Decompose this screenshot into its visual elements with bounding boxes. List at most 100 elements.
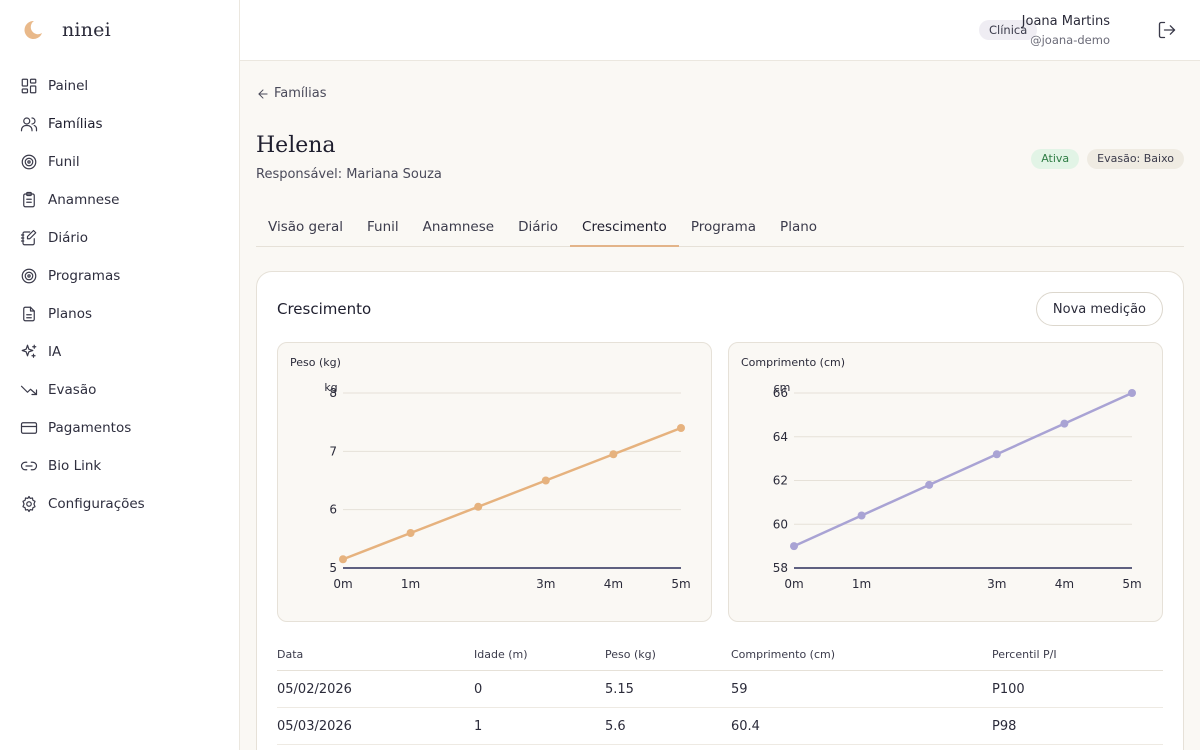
- table-cell: 1: [474, 718, 483, 734]
- back-link-label: Famílias: [274, 86, 327, 101]
- logout-button[interactable]: [1157, 20, 1177, 40]
- tab-crescimento[interactable]: Crescimento: [570, 208, 679, 247]
- y-tick-label: 7: [329, 444, 337, 458]
- credit-card-icon: [20, 422, 38, 434]
- gear-icon: [22, 495, 36, 513]
- weight-chart: Peso (kg) 5 6 7 8 kg 0m 1m 3m 4m 5m: [277, 342, 712, 622]
- dashboard-icon: [21, 78, 37, 94]
- x-tick-label: 5m: [1122, 577, 1141, 591]
- arrow-left-icon: [258, 88, 268, 99]
- tab-diario[interactable]: Diário: [506, 208, 570, 247]
- column-header: Idade (m): [474, 647, 528, 661]
- sidebar-item-label: Pagamentos: [48, 420, 132, 436]
- series-line: [342, 426, 682, 561]
- app-name: ninei: [62, 19, 111, 41]
- status-badge: Ativa: [1031, 149, 1080, 169]
- sidebar-item-label: IA: [48, 344, 62, 360]
- sidebar-item-label: Configurações: [48, 496, 145, 512]
- length-chart-svg: 5860626466cm0m 1m 3m 4m 5m: [773, 381, 1142, 591]
- sidebar-item-bio-link[interactable]: Bio Link: [0, 447, 239, 485]
- sidebar-item-configuracoes[interactable]: Configurações: [0, 485, 239, 523]
- table-cell: 5.15: [605, 681, 634, 697]
- column-header: Percentil P/I: [992, 647, 1057, 661]
- table-cell: 5.6: [605, 718, 626, 734]
- y-tick-label: 6: [329, 503, 337, 517]
- data-point: [790, 542, 798, 551]
- sidebar-item-painel[interactable]: Painel: [0, 67, 239, 105]
- table-cell: P100: [992, 681, 1025, 697]
- sidebar-item-funil[interactable]: Funil: [0, 143, 239, 181]
- table-cell: 05/02/2026: [277, 681, 352, 697]
- sidebar-item-label: Painel: [48, 78, 89, 94]
- notebook-icon: [20, 229, 37, 246]
- data-point: [474, 502, 483, 511]
- x-tick-label: 4m: [1055, 577, 1074, 591]
- churn-badge: Evasão: Baixo: [1087, 149, 1184, 169]
- y-axis-label: kg: [324, 381, 337, 394]
- page-title: Helena: [256, 133, 336, 158]
- length-chart: Comprimento (cm) 58 60 62 64 66 cm 0m 1m 3m 4m 5m: [728, 342, 1163, 622]
- user-handle: @joana-demo: [1030, 33, 1110, 47]
- tab-anamnese[interactable]: Anamnese: [411, 208, 506, 247]
- sidebar-item-label: Famílias: [48, 116, 103, 132]
- table-cell: 60.4: [731, 718, 760, 734]
- moon-logo-icon: [24, 20, 42, 39]
- sidebar-item-programas[interactable]: Programas: [0, 257, 239, 295]
- measurements-table: Data Idade (m) Peso (kg) Comprimento (cm…: [277, 638, 1163, 745]
- sidebar-item-ia[interactable]: IA: [0, 333, 239, 371]
- x-tick-label: 3m: [536, 577, 555, 591]
- x-tick-label: 4m: [604, 577, 623, 591]
- tab-programa[interactable]: Programa: [679, 208, 768, 247]
- column-header: Comprimento (cm): [731, 647, 836, 661]
- table-header: Data Idade (m) Peso (kg) Comprimento (cm…: [277, 638, 1163, 671]
- tab-visao-geral[interactable]: Visão geral: [256, 208, 355, 247]
- table-cell: 59: [731, 681, 748, 697]
- y-tick-label: 58: [773, 561, 788, 575]
- logout-icon: [1158, 21, 1176, 39]
- y-tick-label: 62: [773, 474, 788, 488]
- sidebar-item-evasao[interactable]: Evasão: [0, 371, 239, 409]
- y-tick-label: 5: [329, 561, 337, 575]
- logo[interactable]: ninei: [20, 18, 111, 42]
- back-link[interactable]: Famílias: [256, 86, 327, 101]
- sidebar-item-label: Diário: [48, 230, 88, 246]
- sidebar-item-diario[interactable]: Diário: [0, 219, 239, 257]
- data-point: [925, 480, 934, 489]
- tabs: Visão geral Funil Anamnese Diário Cresci…: [256, 208, 1184, 247]
- sidebar-item-familias[interactable]: Famílias: [0, 105, 239, 143]
- x-tick-label: 3m: [987, 577, 1006, 591]
- responsible-text: Responsável: Mariana Souza: [256, 167, 442, 182]
- card-title: Crescimento: [277, 300, 372, 318]
- table-row: 05/02/2026 0 5.15 59 P100: [277, 671, 1163, 708]
- data-point: [677, 424, 685, 432]
- sidebar-item-pagamentos[interactable]: Pagamentos: [0, 409, 239, 447]
- data-point: [339, 555, 347, 564]
- x-tick-label: 0m: [333, 577, 352, 591]
- table-cell: 05/03/2026: [277, 718, 352, 734]
- new-measurement-button[interactable]: Nova medição: [1035, 292, 1163, 326]
- clipboard-icon: [23, 191, 35, 208]
- sidebar-item-planos[interactable]: Planos: [0, 295, 239, 333]
- tab-funil[interactable]: Funil: [355, 208, 411, 247]
- sidebar-item-label: Funil: [48, 154, 80, 170]
- growth-card: Crescimento Nova medição Peso (kg) 5678k…: [256, 271, 1184, 750]
- data-point: [857, 511, 866, 520]
- sidebar-nav: Painel Famílias Funil Anamnese Diário Pr…: [0, 67, 239, 523]
- link-icon: [20, 461, 38, 471]
- document-icon: [23, 306, 35, 322]
- sparkles-icon: [21, 344, 37, 358]
- data-point: [992, 450, 1001, 459]
- user-name: Joana Martins: [1021, 14, 1110, 29]
- x-tick-label: 1m: [401, 577, 420, 591]
- x-tick-label: 5m: [671, 577, 690, 591]
- sidebar-item-anamnese[interactable]: Anamnese: [0, 181, 239, 219]
- data-point: [1060, 419, 1069, 428]
- data-point: [609, 450, 618, 459]
- table-row: 05/03/2026 1 5.6 60.4 P98: [277, 708, 1163, 745]
- sidebar-item-label: Evasão: [48, 382, 97, 398]
- users-icon: [20, 117, 38, 132]
- data-point: [1128, 389, 1136, 397]
- table-cell: P98: [992, 718, 1017, 734]
- sidebar-item-label: Bio Link: [48, 458, 102, 474]
- tab-plano[interactable]: Plano: [768, 208, 829, 247]
